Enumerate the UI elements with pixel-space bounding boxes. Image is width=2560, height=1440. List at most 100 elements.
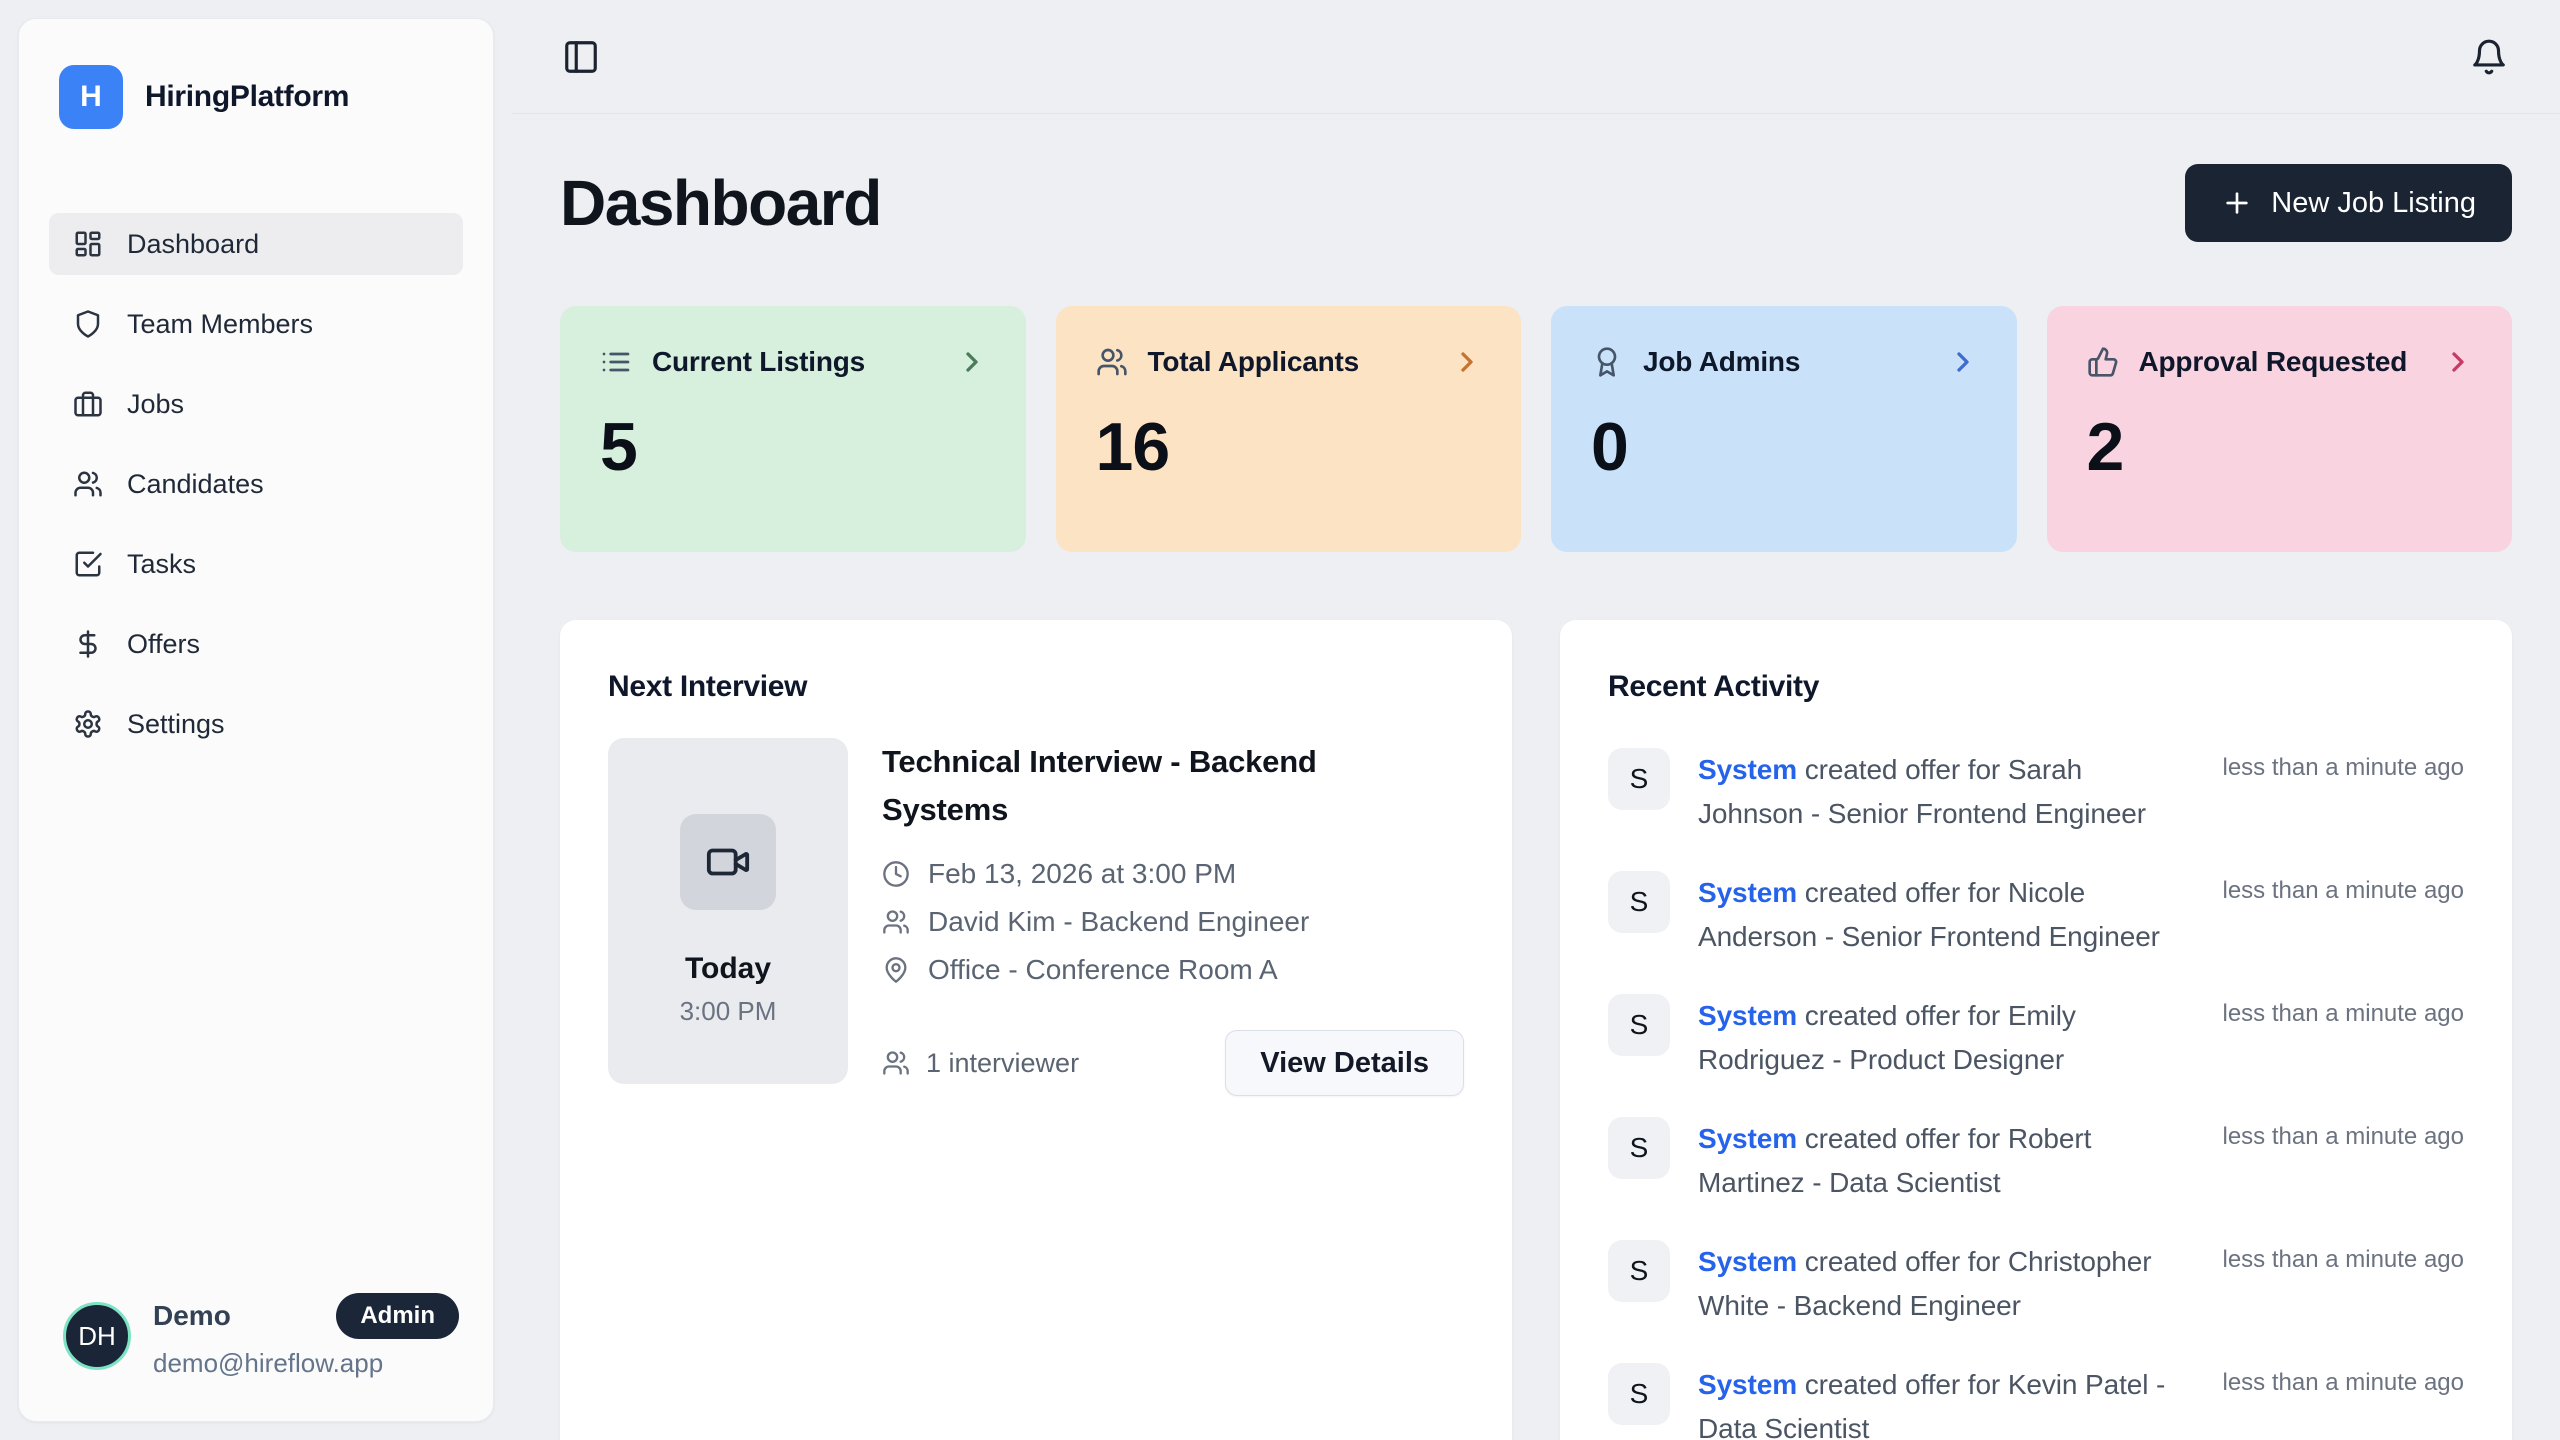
activity-item: S System created offer for Christopher W…: [1608, 1240, 2464, 1328]
stat-value: 0: [1591, 408, 1979, 486]
stat-card[interactable]: Current Listings 5: [560, 306, 1026, 552]
sidebar-item[interactable]: Team Members: [49, 293, 463, 355]
activity-timestamp: less than a minute ago: [2223, 1363, 2465, 1397]
interview-day: Today: [685, 952, 771, 986]
users-icon: [73, 469, 103, 499]
activity-item: S System created offer for Nicole Anders…: [1608, 871, 2464, 959]
stat-label: Current Listings: [652, 346, 865, 378]
activity-actor: System: [1698, 1369, 1797, 1400]
new-job-listing-button[interactable]: New Job Listing: [2185, 164, 2512, 242]
stat-value: 16: [1096, 408, 1484, 486]
page-title: Dashboard: [560, 166, 881, 240]
activity-actor: System: [1698, 1000, 1797, 1031]
interviewer-count: 1 interviewer: [926, 1048, 1079, 1079]
interview-candidate: David Kim - Backend Engineer: [928, 906, 1309, 938]
activity-timestamp: less than a minute ago: [2223, 748, 2465, 782]
sidebar-item-label: Dashboard: [127, 229, 259, 260]
topbar: [512, 0, 2560, 114]
activity-actor: System: [1698, 754, 1797, 785]
sidebar-item-label: Candidates: [127, 469, 264, 500]
activity-text: System created offer for Nicole Anderson…: [1698, 871, 2195, 959]
chevron-right-icon: [956, 346, 988, 378]
dashboard-icon: [73, 229, 103, 259]
sidebar-item[interactable]: Jobs: [49, 373, 463, 435]
avatar: DH: [63, 1302, 131, 1370]
sidebar-item[interactable]: Tasks: [49, 533, 463, 595]
stat-label: Job Admins: [1643, 346, 1800, 378]
brand-name: HiringPlatform: [145, 80, 349, 114]
briefcase-icon: [73, 389, 103, 419]
activity-timestamp: less than a minute ago: [2223, 1117, 2465, 1151]
sidebar-toggle-button[interactable]: [562, 38, 600, 76]
activity-avatar: S: [1608, 1363, 1670, 1425]
activity-timestamp: less than a minute ago: [2223, 871, 2465, 905]
video-camera-icon: [705, 839, 751, 885]
activity-list: S System created offer for Sarah Johnson…: [1608, 748, 2464, 1440]
video-tile: [680, 814, 776, 910]
brand: H HiringPlatform: [49, 47, 463, 139]
activity-item: S System created offer for Kevin Patel -…: [1608, 1363, 2464, 1440]
shield-icon: [73, 309, 103, 339]
stat-value: 5: [600, 408, 988, 486]
user-email: demo@hireflow.app: [153, 1348, 459, 1379]
sidebar-item-label: Jobs: [127, 389, 184, 420]
sidebar-nav: Dashboard Team Members Jobs Candidates T…: [49, 213, 463, 755]
interview-datetime: Feb 13, 2026 at 3:00 PM: [928, 858, 1236, 890]
notifications-bell-button[interactable]: [2470, 38, 2508, 76]
clock-icon: [882, 860, 910, 888]
dollar-icon: [73, 629, 103, 659]
activity-timestamp: less than a minute ago: [2223, 994, 2465, 1028]
interview-time: 3:00 PM: [680, 996, 777, 1027]
sidebar-item[interactable]: Candidates: [49, 453, 463, 515]
activity-actor: System: [1698, 877, 1797, 908]
sidebar: H HiringPlatform Dashboard Team Members …: [18, 18, 494, 1422]
activity-actor: System: [1698, 1246, 1797, 1277]
plus-icon: [2221, 187, 2253, 219]
interview-date-tile: Today 3:00 PM: [608, 738, 848, 1084]
stat-card[interactable]: Total Applicants 16: [1056, 306, 1522, 552]
sidebar-item-label: Offers: [127, 629, 200, 660]
chevron-right-icon: [1947, 346, 1979, 378]
task-check-icon: [73, 549, 103, 579]
chevron-right-icon: [1451, 346, 1483, 378]
interview-location: Office - Conference Room A: [928, 954, 1278, 986]
stat-cards: Current Listings 5 Total Applicants 16 J…: [560, 306, 2512, 552]
activity-item: S System created offer for Sarah Johnson…: [1608, 748, 2464, 836]
activity-item: S System created offer for Emily Rodrigu…: [1608, 994, 2464, 1082]
stat-value: 2: [2087, 408, 2475, 486]
role-badge: Admin: [336, 1293, 459, 1339]
activity-avatar: S: [1608, 1240, 1670, 1302]
list-icon: [600, 346, 632, 378]
activity-text: System created offer for Robert Martinez…: [1698, 1117, 2195, 1205]
activity-actor: System: [1698, 1123, 1797, 1154]
sidebar-item-label: Settings: [127, 709, 225, 740]
sidebar-item[interactable]: Offers: [49, 613, 463, 675]
users-icon: [1096, 346, 1128, 378]
stat-card[interactable]: Job Admins 0: [1551, 306, 2017, 552]
recent-activity-title: Recent Activity: [1608, 670, 2464, 704]
activity-avatar: S: [1608, 1117, 1670, 1179]
sidebar-item[interactable]: Dashboard: [49, 213, 463, 275]
brand-logo: H: [59, 65, 123, 129]
sidebar-item[interactable]: Settings: [49, 693, 463, 755]
gear-icon: [73, 709, 103, 739]
activity-item: S System created offer for Robert Martin…: [1608, 1117, 2464, 1205]
stat-label: Approval Requested: [2139, 346, 2408, 378]
users-icon: [882, 1049, 910, 1077]
interview-title: Technical Interview - Backend Systems: [882, 738, 1362, 834]
next-interview-title: Next Interview: [608, 670, 1464, 704]
stat-card[interactable]: Approval Requested 2: [2047, 306, 2513, 552]
sidebar-item-label: Tasks: [127, 549, 196, 580]
sidebar-item-label: Team Members: [127, 309, 313, 340]
user-footer[interactable]: DH Demo Admin demo@hireflow.app: [49, 1283, 463, 1393]
thumbs-up-icon: [2087, 346, 2119, 378]
award-icon: [1591, 346, 1623, 378]
main-area: Dashboard New Job Listing Current Listin…: [512, 0, 2560, 1440]
activity-timestamp: less than a minute ago: [2223, 1240, 2465, 1274]
activity-text: System created offer for Sarah Johnson -…: [1698, 748, 2195, 836]
activity-avatar: S: [1608, 748, 1670, 810]
users-icon: [882, 908, 910, 936]
recent-activity-panel: Recent Activity S System created offer f…: [1560, 620, 2512, 1440]
view-details-button[interactable]: View Details: [1225, 1030, 1464, 1096]
activity-text: System created offer for Kevin Patel - D…: [1698, 1363, 2195, 1440]
